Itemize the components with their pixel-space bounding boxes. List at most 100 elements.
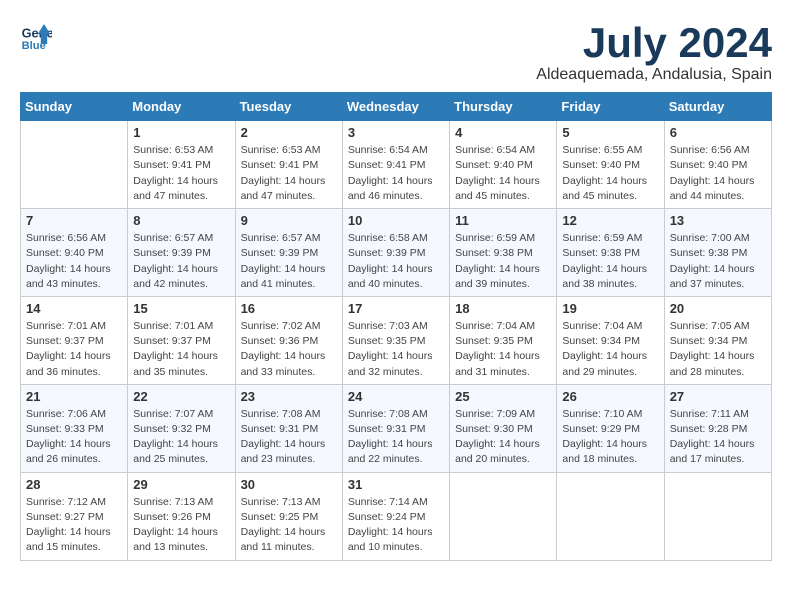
day-number: 23: [241, 389, 337, 404]
day-number: 9: [241, 213, 337, 228]
calendar-cell: [21, 121, 128, 209]
calendar-cell: 15 Sunrise: 7:01 AMSunset: 9:37 PMDayligh…: [128, 296, 235, 384]
header-day: Thursday: [450, 93, 557, 121]
day-number: 28: [26, 477, 122, 492]
day-info: Sunrise: 7:09 AMSunset: 9:30 PMDaylight:…: [455, 407, 551, 468]
calendar-cell: 12 Sunrise: 6:59 AMSunset: 9:38 PMDayligh…: [557, 209, 664, 297]
day-info: Sunrise: 7:03 AMSunset: 9:35 PMDaylight:…: [348, 319, 444, 380]
calendar-cell: 20 Sunrise: 7:05 AMSunset: 9:34 PMDayligh…: [664, 296, 771, 384]
location: Aldeaquemada, Andalusia, Spain: [536, 66, 772, 84]
day-number: 14: [26, 301, 122, 316]
day-info: Sunrise: 6:53 AMSunset: 9:41 PMDaylight:…: [241, 143, 337, 204]
calendar-cell: 28 Sunrise: 7:12 AMSunset: 9:27 PMDayligh…: [21, 472, 128, 560]
day-number: 10: [348, 213, 444, 228]
day-info: Sunrise: 7:13 AMSunset: 9:25 PMDaylight:…: [241, 495, 337, 556]
day-number: 12: [562, 213, 658, 228]
day-info: Sunrise: 7:14 AMSunset: 9:24 PMDaylight:…: [348, 495, 444, 556]
day-info: Sunrise: 6:57 AMSunset: 9:39 PMDaylight:…: [133, 231, 229, 292]
day-info: Sunrise: 7:04 AMSunset: 9:34 PMDaylight:…: [562, 319, 658, 380]
day-number: 18: [455, 301, 551, 316]
day-info: Sunrise: 7:04 AMSunset: 9:35 PMDaylight:…: [455, 319, 551, 380]
calendar-cell: 2Sunrise: 6:53 AMSunset: 9:41 PMDaylight…: [235, 121, 342, 209]
page-header: General Blue July 2024 Aldeaquemada, And…: [20, 20, 772, 84]
calendar-cell: 17 Sunrise: 7:03 AMSunset: 9:35 PMDayligh…: [342, 296, 449, 384]
calendar-cell: 3 Sunrise: 6:54 AMSunset: 9:41 PMDaylight…: [342, 121, 449, 209]
header-day: Wednesday: [342, 93, 449, 121]
calendar-cell: 19 Sunrise: 7:04 AMSunset: 9:34 PMDayligh…: [557, 296, 664, 384]
logo: General Blue: [20, 20, 52, 52]
calendar-cell: 6 Sunrise: 6:56 AMSunset: 9:40 PMDaylight…: [664, 121, 771, 209]
calendar-table: SundayMondayTuesdayWednesdayThursdayFrid…: [20, 92, 772, 560]
calendar-cell: 10 Sunrise: 6:58 AMSunset: 9:39 PMDayligh…: [342, 209, 449, 297]
day-info: Sunrise: 7:01 AMSunset: 9:37 PMDaylight:…: [26, 319, 122, 380]
day-info: Sunrise: 6:55 AMSunset: 9:40 PMDaylight:…: [562, 143, 658, 204]
day-info: Sunrise: 7:05 AMSunset: 9:34 PMDaylight:…: [670, 319, 766, 380]
day-number: 11: [455, 213, 551, 228]
day-number: 6: [670, 125, 766, 140]
calendar-cell: 24Sunrise: 7:08 AMSunset: 9:31 PMDayligh…: [342, 384, 449, 472]
calendar-cell: 26Sunrise: 7:10 AMSunset: 9:29 PMDayligh…: [557, 384, 664, 472]
day-info: Sunrise: 6:59 AMSunset: 9:38 PMDaylight:…: [562, 231, 658, 292]
day-info: Sunrise: 7:08 AMSunset: 9:31 PMDaylight:…: [241, 407, 337, 468]
day-number: 8: [133, 213, 229, 228]
calendar-cell: 5 Sunrise: 6:55 AMSunset: 9:40 PMDaylight…: [557, 121, 664, 209]
day-info: Sunrise: 6:56 AMSunset: 9:40 PMDaylight:…: [26, 231, 122, 292]
day-info: Sunrise: 7:06 AMSunset: 9:33 PMDaylight:…: [26, 407, 122, 468]
calendar-week-row: 1 Sunrise: 6:53 AMSunset: 9:41 PMDaylight…: [21, 121, 772, 209]
day-info: Sunrise: 7:01 AMSunset: 9:37 PMDaylight:…: [133, 319, 229, 380]
day-number: 25: [455, 389, 551, 404]
calendar-cell: 18 Sunrise: 7:04 AMSunset: 9:35 PMDayligh…: [450, 296, 557, 384]
day-number: 30: [241, 477, 337, 492]
day-number: 4: [455, 125, 551, 140]
calendar-cell: 13Sunrise: 7:00 AMSunset: 9:38 PMDayligh…: [664, 209, 771, 297]
day-number: 24: [348, 389, 444, 404]
calendar-cell: 29Sunrise: 7:13 AMSunset: 9:26 PMDayligh…: [128, 472, 235, 560]
day-info: Sunrise: 7:11 AMSunset: 9:28 PMDaylight:…: [670, 407, 766, 468]
header-day: Saturday: [664, 93, 771, 121]
calendar-cell: 8 Sunrise: 6:57 AMSunset: 9:39 PMDaylight…: [128, 209, 235, 297]
calendar-cell: 4Sunrise: 6:54 AMSunset: 9:40 PMDaylight…: [450, 121, 557, 209]
header-day: Monday: [128, 93, 235, 121]
day-number: 31: [348, 477, 444, 492]
calendar-cell: 16Sunrise: 7:02 AMSunset: 9:36 PMDayligh…: [235, 296, 342, 384]
day-number: 17: [348, 301, 444, 316]
calendar-cell: [450, 472, 557, 560]
header-day: Sunday: [21, 93, 128, 121]
day-info: Sunrise: 7:02 AMSunset: 9:36 PMDaylight:…: [241, 319, 337, 380]
calendar-cell: 27 Sunrise: 7:11 AMSunset: 9:28 PMDayligh…: [664, 384, 771, 472]
day-number: 22: [133, 389, 229, 404]
calendar-cell: 14 Sunrise: 7:01 AMSunset: 9:37 PMDayligh…: [21, 296, 128, 384]
day-number: 3: [348, 125, 444, 140]
day-number: 13: [670, 213, 766, 228]
month-title: July 2024: [536, 20, 772, 66]
title-block: July 2024 Aldeaquemada, Andalusia, Spain: [536, 20, 772, 84]
day-number: 20: [670, 301, 766, 316]
day-info: Sunrise: 7:10 AMSunset: 9:29 PMDaylight:…: [562, 407, 658, 468]
calendar-cell: 1Sunrise: 6:53 AMSunset: 9:41 PMDaylight…: [128, 121, 235, 209]
calendar-week-row: 28 Sunrise: 7:12 AMSunset: 9:27 PMDayligh…: [21, 472, 772, 560]
day-info: Sunrise: 6:57 AMSunset: 9:39 PMDaylight:…: [241, 231, 337, 292]
header-row: SundayMondayTuesdayWednesdayThursdayFrid…: [21, 93, 772, 121]
calendar-week-row: 7Sunrise: 6:56 AMSunset: 9:40 PMDaylight…: [21, 209, 772, 297]
calendar-cell: 9 Sunrise: 6:57 AMSunset: 9:39 PMDaylight…: [235, 209, 342, 297]
day-info: Sunrise: 7:13 AMSunset: 9:26 PMDaylight:…: [133, 495, 229, 556]
day-number: 27: [670, 389, 766, 404]
day-number: 21: [26, 389, 122, 404]
day-info: Sunrise: 6:54 AMSunset: 9:41 PMDaylight:…: [348, 143, 444, 204]
calendar-week-row: 21 Sunrise: 7:06 AMSunset: 9:33 PMDayligh…: [21, 384, 772, 472]
day-number: 5: [562, 125, 658, 140]
day-info: Sunrise: 6:58 AMSunset: 9:39 PMDaylight:…: [348, 231, 444, 292]
calendar-cell: 31 Sunrise: 7:14 AMSunset: 9:24 PMDayligh…: [342, 472, 449, 560]
header-day: Friday: [557, 93, 664, 121]
day-number: 1: [133, 125, 229, 140]
day-info: Sunrise: 7:07 AMSunset: 9:32 PMDaylight:…: [133, 407, 229, 468]
day-number: 15: [133, 301, 229, 316]
day-info: Sunrise: 7:12 AMSunset: 9:27 PMDaylight:…: [26, 495, 122, 556]
calendar-cell: 21 Sunrise: 7:06 AMSunset: 9:33 PMDayligh…: [21, 384, 128, 472]
day-info: Sunrise: 6:56 AMSunset: 9:40 PMDaylight:…: [670, 143, 766, 204]
calendar-cell: [664, 472, 771, 560]
day-number: 19: [562, 301, 658, 316]
day-info: Sunrise: 6:59 AMSunset: 9:38 PMDaylight:…: [455, 231, 551, 292]
calendar-week-row: 14 Sunrise: 7:01 AMSunset: 9:37 PMDayligh…: [21, 296, 772, 384]
header-day: Tuesday: [235, 93, 342, 121]
